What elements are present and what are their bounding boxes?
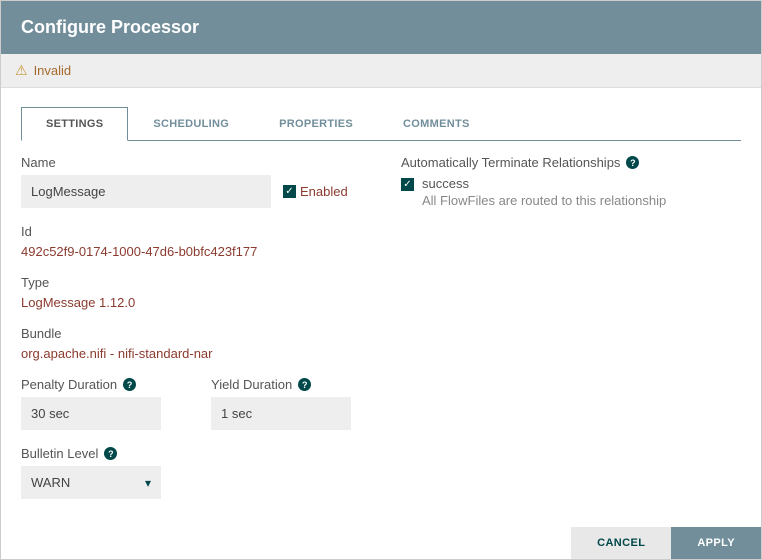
- type-value: LogMessage 1.12.0: [21, 295, 391, 310]
- name-label: Name: [21, 155, 391, 170]
- status-bar: ⚠ Invalid: [1, 54, 761, 88]
- yield-duration-input[interactable]: [211, 397, 351, 430]
- check-icon: ✓: [283, 185, 296, 198]
- tab-scheduling[interactable]: SCHEDULING: [128, 107, 254, 141]
- help-icon[interactable]: ?: [298, 378, 311, 391]
- id-label: Id: [21, 224, 391, 239]
- check-icon: ✓: [401, 178, 414, 191]
- yield-label: Yield Duration: [211, 377, 292, 392]
- bulletin-label: Bulletin Level: [21, 446, 98, 461]
- enabled-checkbox[interactable]: ✓ Enabled: [283, 184, 348, 199]
- bulletin-level-value[interactable]: [21, 466, 161, 499]
- dialog-title: Configure Processor: [1, 1, 761, 54]
- bundle-value: org.apache.nifi - nifi-standard-nar: [21, 346, 391, 361]
- id-value: 492c52f9-0174-1000-47d6-b0bfc423f177: [21, 244, 391, 259]
- cancel-button[interactable]: CANCEL: [571, 527, 671, 559]
- help-icon[interactable]: ?: [123, 378, 136, 391]
- tab-comments[interactable]: COMMENTS: [378, 107, 495, 141]
- relationships-header: Automatically Terminate Relationships: [401, 155, 620, 170]
- tab-settings[interactable]: SETTINGS: [21, 107, 128, 141]
- help-icon[interactable]: ?: [626, 156, 639, 169]
- relationship-desc: All FlowFiles are routed to this relatio…: [422, 193, 741, 208]
- help-icon[interactable]: ?: [104, 447, 117, 460]
- tab-properties[interactable]: PROPERTIES: [254, 107, 378, 141]
- warning-icon: ⚠: [15, 62, 28, 79]
- bulletin-level-select[interactable]: ▾: [21, 466, 161, 499]
- name-input[interactable]: [21, 175, 271, 208]
- bundle-label: Bundle: [21, 326, 391, 341]
- penalty-duration-input[interactable]: [21, 397, 161, 430]
- relationship-item[interactable]: ✓ success: [401, 176, 741, 191]
- relationship-name: success: [422, 176, 469, 191]
- type-label: Type: [21, 275, 391, 290]
- tab-bar: SETTINGS SCHEDULING PROPERTIES COMMENTS: [21, 106, 741, 141]
- enabled-label: Enabled: [300, 184, 348, 199]
- status-text: Invalid: [34, 63, 72, 78]
- apply-button[interactable]: APPLY: [671, 527, 761, 559]
- penalty-label: Penalty Duration: [21, 377, 117, 392]
